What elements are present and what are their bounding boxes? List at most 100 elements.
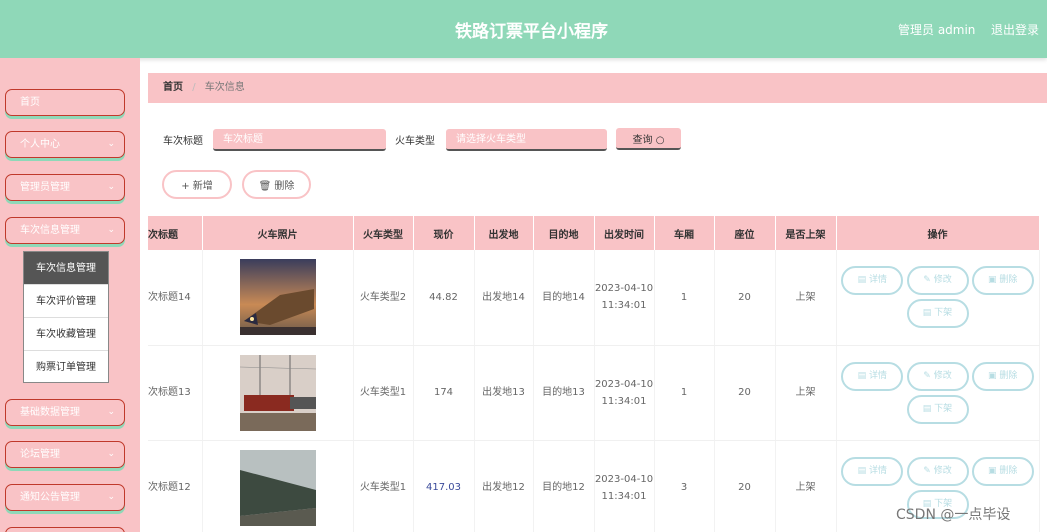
cell-carriage: 1 [654, 250, 715, 346]
detail-label: 详情 [868, 370, 887, 381]
cell-status: 上架 [775, 345, 837, 441]
cell-from: 出发地12 [474, 440, 534, 532]
cell-photo [202, 345, 354, 441]
cell-photo [202, 250, 354, 346]
edit-label: 修改 [933, 465, 952, 476]
logout-link[interactable]: 退出登录 [991, 21, 1039, 38]
detail-button[interactable]: ▤ 详情 [841, 456, 904, 486]
unlist-label: 下架 [934, 308, 953, 319]
delete-label: 删除 [999, 465, 1018, 476]
sidebar-item-train-manage[interactable]: 车次信息管理 ⌄ [5, 217, 125, 244]
train-photo [239, 259, 316, 336]
type-select[interactable] [446, 129, 607, 151]
title-search-label: 车次标题 [163, 136, 203, 147]
chevron-down-icon: ⌄ [107, 449, 115, 459]
cell-carriage: 1 [654, 345, 715, 441]
train-submenu: 车次信息管理 车次评价管理 车次收藏管理 购票订单管理 [23, 251, 109, 383]
cell-seat: 20 [714, 440, 776, 532]
edit-label: 修改 [933, 275, 952, 286]
col-title: 次标题 [148, 216, 203, 250]
add-button[interactable]: + 新增 [162, 170, 232, 199]
col-photo: 火车照片 [202, 216, 354, 250]
row-delete-button[interactable]: ▣ 删除 [971, 361, 1034, 391]
col-type: 火车类型 [353, 216, 414, 250]
breadcrumb-separator: / [192, 82, 196, 93]
train-photo [239, 449, 316, 526]
submenu-train-favorite[interactable]: 车次收藏管理 [24, 318, 108, 351]
breadcrumb: 首页 / 车次信息 [148, 73, 1047, 103]
edit-button[interactable]: ✎ 修改 [906, 456, 969, 486]
detail-label: 详情 [868, 465, 887, 476]
cell-title: 次标题13 [148, 345, 203, 441]
col-status: 是否上架 [775, 216, 837, 250]
chevron-down-icon: ⌄ [107, 225, 115, 235]
col-carriage: 车厢 [654, 216, 715, 250]
sidebar-item-home[interactable]: 首页 [5, 89, 125, 116]
cell-photo [202, 440, 354, 532]
admin-label: 管理员 admin [898, 23, 976, 37]
cell-type: 火车类型1 [353, 440, 414, 532]
csdn-watermark: CSDN @一点毕设 [896, 507, 1011, 523]
delete-label: 删除 [999, 370, 1018, 381]
cell-time: 2023-04-10 11:34:01 [594, 250, 655, 346]
cell-title: 次标题12 [148, 440, 203, 532]
breadcrumb-home[interactable]: 首页 [163, 82, 183, 93]
sidebar-item-label: 首页 [20, 97, 40, 108]
submenu-ticket-order[interactable]: 购票订单管理 [24, 351, 108, 384]
submenu-train-info[interactable]: 车次信息管理 [24, 252, 108, 285]
delete-label: 删除 [999, 275, 1018, 286]
sidebar-item-label: 车次信息管理 [20, 225, 80, 236]
sidebar-item-more[interactable] [5, 527, 125, 532]
cell-price: 417.03 [413, 440, 475, 532]
sidebar-item-label: 管理员管理 [20, 182, 70, 193]
title-search-input[interactable] [213, 129, 386, 151]
detail-button[interactable]: ▤ 详情 [841, 266, 904, 296]
col-to: 目的地 [533, 216, 595, 250]
cell-from: 出发地13 [474, 345, 534, 441]
cell-to: 目的地12 [533, 440, 595, 532]
chevron-down-icon: ⌄ [107, 182, 115, 192]
cell-seat: 20 [714, 250, 776, 346]
sidebar-item-base-data[interactable]: 基础数据管理 ⌄ [5, 399, 125, 426]
detail-button[interactable]: ▤ 详情 [841, 361, 904, 391]
col-price: 现价 [413, 216, 475, 250]
query-button[interactable]: 查询 ○ [616, 128, 681, 150]
delete-button[interactable]: 🗑 删除 [242, 170, 311, 199]
sidebar-item-label: 通知公告管理 [20, 492, 80, 503]
cell-title: 次标题14 [148, 250, 203, 346]
table-row: 次标题13 火车类型1 174 出发地13 目的地13 2023-04-10 1… [148, 345, 1040, 441]
table-header-row: 次标题 火车照片 火车类型 现价 出发地 目的地 出发时间 车厢 座位 是否上架… [148, 216, 1040, 250]
cell-ops: ▤ 详情 ✎ 修改 ▣ 删除 ▤ 下架 [836, 250, 1040, 346]
chevron-down-icon: ⌄ [107, 407, 115, 417]
edit-label: 修改 [933, 370, 952, 381]
col-from: 出发地 [474, 216, 534, 250]
unlist-button[interactable]: ▤ 下架 [906, 299, 969, 329]
sidebar-item-label: 基础数据管理 [20, 407, 80, 418]
train-photo [239, 354, 316, 431]
cell-status: 上架 [775, 250, 837, 346]
breadcrumb-current: 车次信息 [204, 82, 245, 93]
edit-button[interactable]: ✎ 修改 [906, 266, 969, 296]
app-title: 铁路订票平台小程序 [455, 22, 608, 42]
cell-type: 火车类型2 [353, 250, 414, 346]
submenu-train-review[interactable]: 车次评价管理 [24, 285, 108, 318]
unlist-button[interactable]: ▤ 下架 [906, 394, 969, 424]
sidebar-item-admin-manage[interactable]: 管理员管理 ⌄ [5, 174, 125, 201]
cell-seat: 20 [714, 345, 776, 441]
sidebar-item-notice[interactable]: 通知公告管理 ⌄ [5, 484, 125, 511]
row-delete-button[interactable]: ▣ 删除 [971, 266, 1034, 296]
unlist-label: 下架 [934, 403, 953, 414]
col-ops: 操作 [836, 216, 1040, 250]
type-search-label: 火车类型 [395, 136, 435, 147]
col-time: 出发时间 [594, 216, 655, 250]
row-delete-button[interactable]: ▣ 删除 [971, 456, 1034, 486]
sidebar-item-profile[interactable]: 个人中心 ⌄ [5, 131, 125, 158]
cell-to: 目的地14 [533, 250, 595, 346]
sidebar-item-forum[interactable]: 论坛管理 ⌄ [5, 441, 125, 468]
train-table: 次标题 火车照片 火车类型 现价 出发地 目的地 出发时间 车厢 座位 是否上架… [148, 216, 1047, 532]
edit-button[interactable]: ✎ 修改 [906, 361, 969, 391]
cell-type: 火车类型1 [353, 345, 414, 441]
cell-ops: ▤ 详情 ✎ 修改 ▣ 删除 ▤ 下架 [836, 345, 1040, 441]
chevron-down-icon: ⌄ [107, 139, 115, 149]
detail-label: 详情 [868, 275, 887, 286]
